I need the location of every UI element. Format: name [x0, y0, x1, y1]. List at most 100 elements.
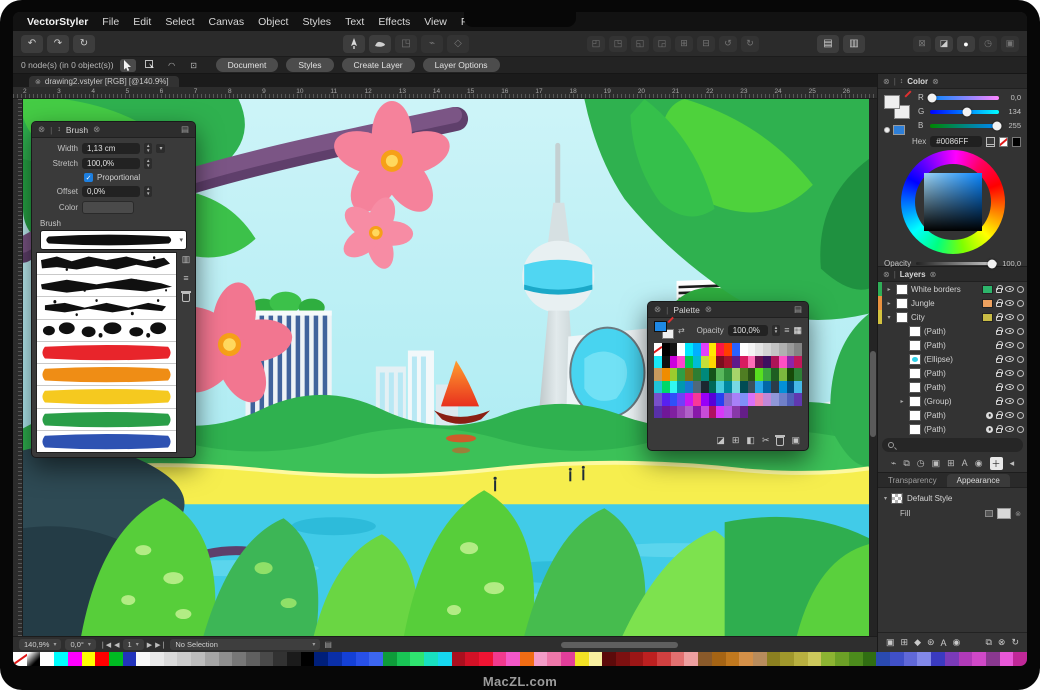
palette-swatch[interactable]: [701, 381, 709, 394]
palette-swatch[interactable]: [654, 406, 662, 419]
save-view-icon[interactable]: ▤: [324, 640, 332, 649]
sync-icon[interactable]: ↻: [73, 35, 95, 53]
slider-handle[interactable]: [962, 107, 971, 116]
strip-swatch[interactable]: [40, 652, 54, 666]
close-icon[interactable]: ⊗: [654, 304, 661, 315]
button-layer-options[interactable]: Layer Options: [423, 58, 500, 72]
rotate-right-icon[interactable]: ↻: [741, 36, 759, 52]
layer-swatch[interactable]: [982, 299, 993, 308]
palette-swatch[interactable]: [654, 368, 662, 381]
stroke-style-icon[interactable]: ▣: [1001, 36, 1019, 52]
palette-swatch[interactable]: [755, 343, 763, 356]
brush-edit-icon[interactable]: ◆: [914, 637, 921, 648]
visibility-icon[interactable]: [1005, 356, 1014, 362]
strip-swatch[interactable]: [821, 652, 835, 666]
outline-icon[interactable]: [1017, 314, 1024, 321]
channel-r-slider[interactable]: [930, 96, 999, 100]
frame-tool-icon[interactable]: ⊡: [186, 59, 202, 72]
palette-swatch[interactable]: [755, 393, 763, 406]
layer-row-path[interactable]: (Path): [878, 338, 1027, 352]
add-swatch-icon[interactable]: ⊞: [732, 435, 740, 446]
horizontal-scrollbar-thumb[interactable]: [561, 642, 679, 648]
palette-swatch[interactable]: [662, 406, 670, 419]
menu-item-view[interactable]: View: [424, 16, 447, 28]
layer-row-ellipse[interactable]: (Ellipse): [878, 352, 1027, 366]
palette-swatch[interactable]: [771, 393, 779, 406]
strip-swatch[interactable]: [630, 652, 644, 666]
menu-item-file[interactable]: File: [102, 16, 119, 28]
offset-field[interactable]: 0,0%: [82, 186, 140, 197]
menu-item-styles[interactable]: Styles: [302, 16, 331, 28]
palette-swatch[interactable]: [670, 406, 678, 419]
style-row[interactable]: ▾ Default Style: [878, 488, 1027, 506]
cut-swatch-icon[interactable]: ✂: [762, 435, 770, 446]
palette-swatch[interactable]: [771, 381, 779, 394]
zoom-select[interactable]: 140,9%▾: [19, 639, 61, 650]
layer-row-jungle[interactable]: ▸Jungle: [878, 296, 1027, 310]
strip-swatch[interactable]: [68, 652, 82, 666]
outline-icon[interactable]: [1017, 356, 1024, 363]
palette-swatch[interactable]: [779, 356, 787, 369]
shape-tool-icon[interactable]: [369, 35, 391, 53]
palette-swatch[interactable]: [724, 393, 732, 406]
lock-icon[interactable]: [996, 428, 1002, 433]
redo-icon[interactable]: ↷: [47, 35, 69, 53]
lock-icon[interactable]: [996, 358, 1002, 363]
menu-item-object[interactable]: Object: [258, 16, 288, 28]
strip-swatch[interactable]: [657, 652, 671, 666]
palette-swatch[interactable]: [709, 381, 717, 394]
width-stepper[interactable]: ▲▼: [144, 143, 152, 154]
first-page-icon[interactable]: ❘◀: [100, 641, 111, 649]
palette-swatch[interactable]: [748, 343, 756, 356]
last-page-icon[interactable]: ▶❘: [155, 641, 166, 649]
color-panel-header[interactable]: ⊗ | ↕ Color ⊗: [878, 74, 1027, 89]
palette-swatch[interactable]: [787, 393, 795, 406]
strip-swatch[interactable]: [424, 652, 438, 666]
visibility-icon[interactable]: [1005, 342, 1014, 348]
palette-swatch[interactable]: [732, 356, 740, 369]
palette-swatch[interactable]: [787, 368, 795, 381]
palette-swatch[interactable]: [693, 406, 701, 419]
rotate-left-icon[interactable]: ↺: [719, 36, 737, 52]
palette-swatch[interactable]: [693, 381, 701, 394]
strip-swatch[interactable]: [246, 652, 260, 666]
palette-swatch[interactable]: [748, 368, 756, 381]
outline-icon[interactable]: [1017, 384, 1024, 391]
palette-swatch[interactable]: [755, 356, 763, 369]
brush-item-paint-red[interactable]: [37, 342, 176, 364]
palette-swatch[interactable]: [709, 406, 717, 419]
panel-dock-left-icon[interactable]: ▤: [817, 35, 839, 53]
fill-stroke-indicator[interactable]: [884, 95, 910, 119]
visibility-icon[interactable]: [1005, 328, 1014, 334]
strip-swatch[interactable]: [616, 652, 630, 666]
selection-select[interactable]: No Selection▾: [170, 639, 320, 650]
strip-swatch[interactable]: [931, 652, 945, 666]
text-style-icon[interactable]: A: [941, 638, 947, 648]
palette-swatch[interactable]: [740, 393, 748, 406]
swap-colors-icon[interactable]: ⇄: [678, 326, 685, 335]
palette-swatch[interactable]: [732, 343, 740, 356]
stretch-stepper[interactable]: ▲▼: [144, 158, 152, 169]
strip-swatch[interactable]: [876, 652, 890, 666]
menu-item-canvas[interactable]: Canvas: [209, 16, 245, 28]
strip-swatch[interactable]: [177, 652, 191, 666]
palette-swatch[interactable]: [740, 381, 748, 394]
menu-item-edit[interactable]: Edit: [133, 16, 151, 28]
palette-swatch[interactable]: [670, 393, 678, 406]
layer-row-path[interactable]: (Path): [878, 422, 1027, 436]
visibility-icon[interactable]: [1005, 426, 1014, 432]
palette-swatch[interactable]: [654, 356, 662, 369]
palette-swatch[interactable]: [732, 406, 740, 419]
copy-style-icon[interactable]: ⧉: [985, 637, 991, 648]
panel-menu-icon[interactable]: ▤: [794, 304, 802, 315]
transform-skew-icon[interactable]: ◱: [631, 36, 649, 52]
duplicate-swatch-icon[interactable]: ▣: [791, 435, 800, 446]
palette-swatch[interactable]: [662, 368, 670, 381]
palette-swatch[interactable]: [693, 368, 701, 381]
fill-row[interactable]: Fill ⊗: [878, 506, 1027, 521]
button-styles[interactable]: Styles: [286, 58, 333, 72]
strip-swatch[interactable]: [712, 652, 726, 666]
offset-stepper[interactable]: ▲▼: [144, 186, 152, 197]
tab-transparency[interactable]: Transparency: [878, 474, 947, 487]
palette-swatch[interactable]: [701, 343, 709, 356]
